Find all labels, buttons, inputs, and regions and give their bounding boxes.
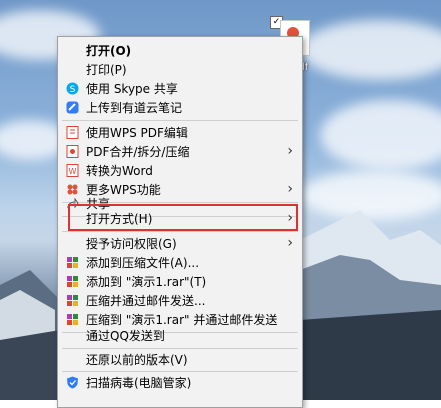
menu-item-label: 转换为Word [86,164,153,178]
menu-item-label: 上传到有道云笔记 [86,101,183,115]
menu-item-skype-share[interactable]: S 使用 Skype 共享 [58,79,302,98]
menu-item-label: 打印(P) [86,63,127,77]
winrar-icon [66,313,79,326]
menu-item-wps-pdf-edit[interactable]: 使用WPS PDF编辑 [58,123,302,142]
youdao-note-icon [66,101,79,114]
svg-text:W: W [69,167,77,176]
winrar-icon [66,256,79,269]
menu-divider [62,120,298,121]
menu-item-compress-email[interactable]: 压缩并通过邮件发送... [58,291,302,310]
menu-item-label: 添加到 "演示1.rar"(T) [86,275,207,289]
menu-item-label: 还原以前的版本(V) [86,353,188,367]
pdf-merge-icon [66,145,79,158]
highlight-box [68,204,298,231]
menu-item-label: 压缩并通过邮件发送... [86,294,206,308]
winrar-icon [66,275,79,288]
menu-item-label: 打开(O) [86,44,132,58]
winrar-icon [66,294,79,307]
menu-item-open[interactable]: 打开(O) [58,41,302,60]
menu-item-label: PDF合并/拆分/压缩 [86,145,190,159]
menu-item-label: 授予访问权限(G) [86,237,177,251]
menu-item-pdf-merge[interactable]: PDF合并/拆分/压缩 › [58,142,302,161]
pc-manager-shield-icon [66,376,79,389]
menu-item-grant-access[interactable]: 授予访问权限(G) › [58,234,302,253]
menu-item-scan-virus[interactable]: 扫描病毒(电脑管家) [58,373,302,392]
menu-item-print[interactable]: 打印(P) [58,60,302,79]
menu-item-youdao-note[interactable]: 上传到有道云笔记 [58,98,302,117]
menu-item-restore-versions[interactable]: 还原以前的版本(V) [58,350,302,369]
wps-pdf-icon [66,126,79,139]
menu-item-label: 通过QQ发送到 [86,329,165,343]
convert-word-icon: W [66,164,79,177]
menu-item-add-archive[interactable]: 添加到压缩文件(A)... [58,253,302,272]
menu-item-label: 使用WPS PDF编辑 [86,126,188,140]
menu-item-label: 添加到压缩文件(A)... [86,256,200,270]
chevron-right-icon: › [287,143,293,159]
menu-item-label: 压缩到 "演示1.rar" 并通过邮件发送 [86,313,278,327]
menu-item-send-qq[interactable]: 通过QQ发送到 [58,326,302,345]
menu-item-label: 扫描病毒(电脑管家) [86,376,192,390]
menu-divider [62,348,298,349]
menu-divider [62,371,298,372]
menu-item-convert-word[interactable]: W 转换为Word [58,161,302,180]
chevron-right-icon: › [287,235,293,251]
menu-divider [62,231,298,232]
svg-text:S: S [70,85,76,95]
skype-icon: S [66,82,79,95]
menu-item-label: 使用 Skype 共享 [86,82,178,96]
menu-item-add-to-rar[interactable]: 添加到 "演示1.rar"(T) [58,272,302,291]
